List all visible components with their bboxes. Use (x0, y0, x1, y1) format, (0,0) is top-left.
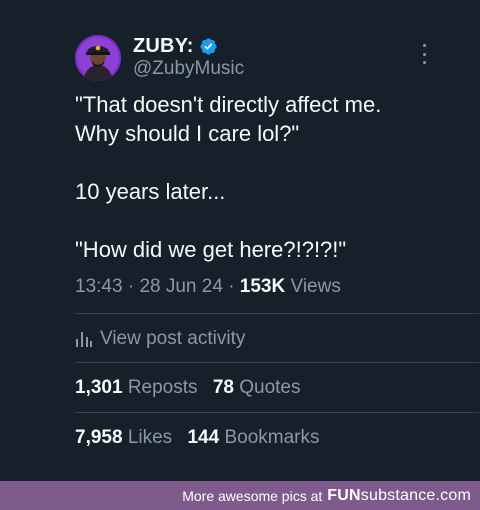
quotes-stat[interactable]: 78 Quotes (213, 377, 301, 398)
reposts-stat[interactable]: 1,301 Reposts (75, 377, 203, 398)
meta-separator: · (127, 276, 135, 297)
engagement-row-shares: 1,301 Reposts 78 Quotes (75, 377, 311, 399)
footer-brand[interactable]: FUNsubstance.com (327, 487, 471, 505)
bookmarks-stat[interactable]: 144 Bookmarks (187, 427, 319, 448)
tweet-text: "That doesn't directly affect me. Why sh… (75, 90, 455, 264)
tweet-card: ZUBY: @ZubyMusic "That doesn't directly … (0, 0, 480, 481)
bookmarks-count: 144 (187, 427, 220, 448)
divider (75, 313, 479, 314)
brand-fun: FUN (327, 486, 361, 504)
more-dot (422, 52, 426, 56)
meta-separator: · (228, 276, 235, 297)
likes-stat[interactable]: 7,958 Likes (75, 427, 177, 448)
view-activity-link[interactable]: View post activity (75, 328, 245, 350)
verified-badge-icon[interactable] (199, 37, 218, 56)
tweet-text-line: "That doesn't directly affect me. (75, 92, 382, 117)
more-dot (422, 61, 426, 64)
avatar[interactable] (75, 35, 121, 81)
footer-text: More awesome pics at (182, 487, 323, 504)
tweet-text-line: 10 years later... (75, 179, 226, 204)
tweet-meta: 13:43 · 28 Jun 24 · 153K Views (75, 276, 341, 298)
tweet-text-line: "How did we get here?!?!?!" (75, 237, 347, 262)
more-options-icon[interactable] (418, 44, 430, 64)
watermark-footer: More awesome pics at FUNsubstance.com (0, 481, 480, 510)
more-dot (422, 44, 426, 47)
brand-substance: substance (360, 486, 436, 504)
tweet-text-line (75, 148, 455, 177)
tweet-text-line: Why should I care lol?" (75, 121, 300, 146)
tweet-time[interactable]: 13:43 (75, 276, 123, 297)
reposts-count: 1,301 (75, 377, 123, 398)
view-activity-label: View post activity (100, 328, 246, 349)
quotes-count: 78 (212, 377, 234, 398)
divider (75, 362, 479, 363)
avatar-image (75, 35, 121, 81)
views-count: 153K (239, 276, 286, 297)
engagement-row-saves: 7,958 Likes 144 Bookmarks (75, 427, 329, 449)
display-name[interactable]: ZUBY: (133, 35, 194, 58)
author-handle[interactable]: @ZubyMusic (133, 58, 244, 80)
reposts-label: Reposts (127, 377, 198, 398)
bookmarks-label: Bookmarks (224, 427, 320, 448)
brand-suffix: .com (435, 486, 471, 504)
likes-count: 7,958 (75, 427, 123, 448)
tweet-text-line (75, 206, 455, 235)
tweet-date[interactable]: 28 Jun 24 (139, 276, 222, 297)
author-name-row: ZUBY: (133, 35, 218, 58)
views-label: Views (290, 276, 341, 297)
quotes-label: Quotes (239, 377, 301, 398)
bar-chart-icon (76, 332, 92, 347)
likes-label: Likes (127, 427, 173, 448)
divider (75, 412, 479, 413)
